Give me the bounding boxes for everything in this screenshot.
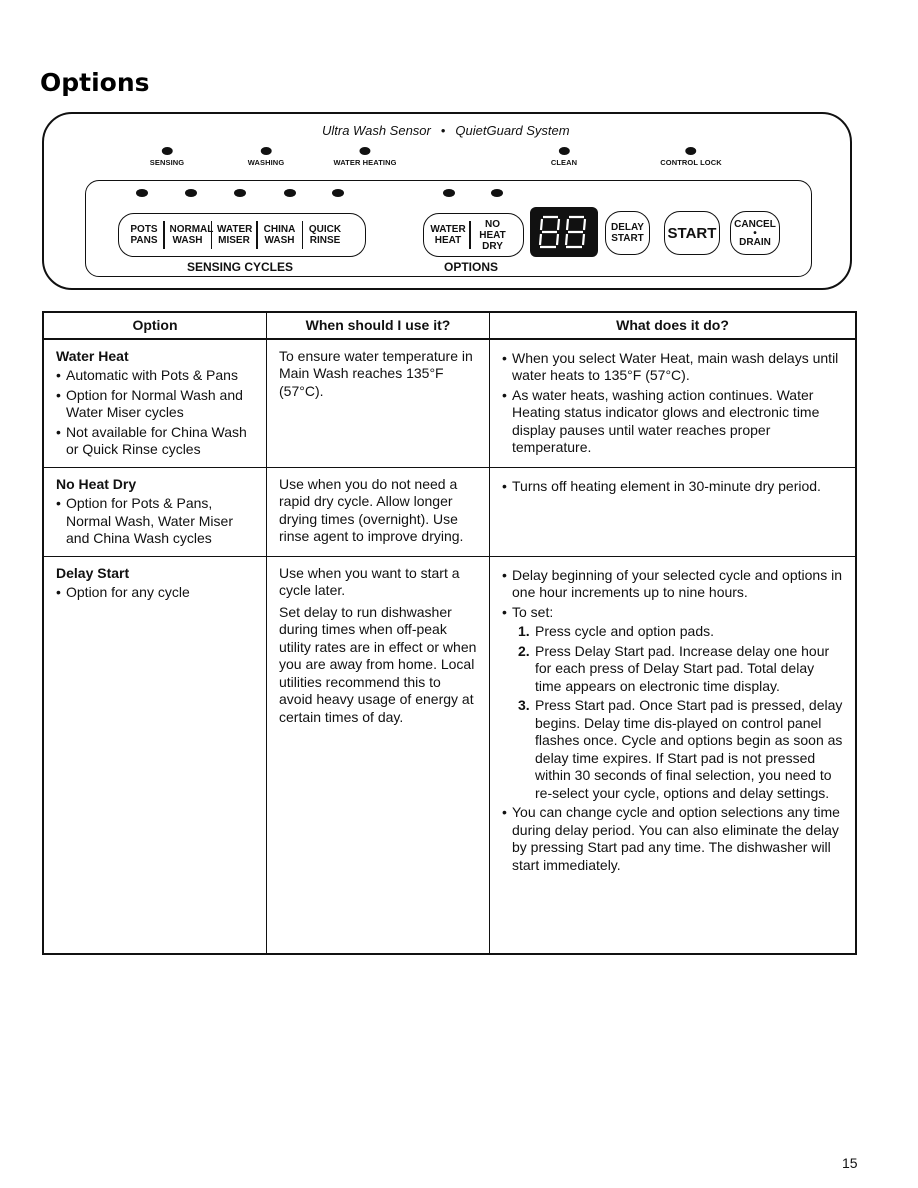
- normal-wash-pad[interactable]: NORMAL WASH: [165, 224, 214, 246]
- step-item: 2. Press Delay Start pad. Increase delay …: [518, 643, 843, 696]
- what-bullets: Turns off heating element in 30-minute d…: [502, 478, 843, 496]
- start-label: START: [667, 224, 717, 242]
- china-wash-pad[interactable]: CHINA WASH: [258, 224, 302, 246]
- column-header-when: When should I use it?: [266, 311, 490, 339]
- what-cell: When you select Water Heat, main wash de…: [489, 338, 857, 468]
- table-row-no-heat-dry: No Heat Dry Option for Pots & Pans, Norm…: [42, 466, 857, 557]
- step-number: 2.: [518, 642, 530, 659]
- page-title: Options: [40, 68, 150, 97]
- bullet-item: To set:: [502, 604, 843, 622]
- start-button[interactable]: START: [664, 211, 720, 255]
- bullet-item: You can change cycle and option selectio…: [502, 804, 843, 874]
- option-name: No Heat Dry: [56, 475, 137, 492]
- setup-steps: 1. Press cycle and option pads. 2. Press D…: [502, 623, 843, 802]
- option-cell: Delay Start Option for any cycle: [42, 555, 267, 955]
- sensing-cycles-pad-group: POTS PANS NORMAL WASH WATER MISER CHINA …: [118, 213, 366, 257]
- bullet-item: Option for any cycle: [56, 584, 254, 602]
- when-text: To ensure water temperature in Main Wash…: [279, 347, 473, 399]
- pots-pans-pad[interactable]: POTS PANS: [125, 224, 163, 246]
- option-bullets: Option for any cycle: [56, 584, 254, 602]
- options-pad-group: WATER HEAT NO HEAT DRY: [423, 213, 524, 257]
- bullet-item: Delay beginning of your selected cycle a…: [502, 567, 843, 602]
- brand-separator: •: [440, 123, 446, 138]
- digits-88-icon: [538, 215, 587, 249]
- status-led-icon: [558, 147, 570, 155]
- brand-line: Ultra Wash Sensor • QuietGuard System: [322, 123, 570, 138]
- status-label: WATER HEATING: [333, 158, 397, 167]
- step-item: 1. Press cycle and option pads.: [518, 623, 843, 641]
- bullet-item: When you select Water Heat, main wash de…: [502, 350, 843, 385]
- cancel-drain-label: CANCEL • DRAIN: [734, 218, 776, 248]
- option-name: Delay Start: [56, 564, 130, 581]
- sensing-cycles-label: SENSING CYCLES: [187, 260, 294, 274]
- when-text: Use when you want to start a cycle later…: [279, 564, 460, 599]
- status-indicator-water-heating: WATER HEATING: [333, 147, 396, 167]
- when-cell: Use when you want to start a cycle later…: [266, 555, 490, 955]
- step-text: Press Delay Start pad. Increase delay on…: [535, 642, 830, 694]
- option-led-icon: [491, 189, 503, 197]
- what-bullets: You can change cycle and option selectio…: [502, 804, 843, 874]
- cycle-led-icon: [136, 189, 148, 197]
- what-cell: Turns off heating element in 30-minute d…: [489, 466, 857, 557]
- column-header-what: What does it do?: [489, 311, 857, 339]
- bullet-item: Automatic with Pots & Pans: [56, 367, 254, 385]
- what-cell: Delay beginning of your selected cycle a…: [489, 555, 857, 955]
- option-cell: No Heat Dry Option for Pots & Pans, Norm…: [42, 466, 267, 557]
- bullet-item: Option for Pots & Pans, Normal Wash, Wat…: [56, 495, 254, 548]
- option-name: Water Heat: [56, 347, 129, 364]
- what-bullets: Delay beginning of your selected cycle a…: [502, 567, 843, 622]
- status-indicator-sensing: SENSING: [150, 147, 184, 167]
- water-heat-pad[interactable]: WATER HEAT: [427, 224, 469, 246]
- options-label: OPTIONS: [444, 260, 499, 274]
- status-indicator-control-lock: CONTROL LOCK: [660, 147, 722, 167]
- when-text: Use when you do not need a rapid dry cyc…: [279, 475, 464, 545]
- delay-start-label: DELAY START: [611, 222, 644, 244]
- cycle-led-icon: [234, 189, 246, 197]
- table-row-water-heat: Water Heat Automatic with Pots & Pans Op…: [42, 338, 857, 468]
- quick-rinse-pad[interactable]: QUICK RINSE: [303, 224, 347, 246]
- bullet-item: Turns off heating element in 30-minute d…: [502, 478, 843, 496]
- when-cell: Use when you do not need a rapid dry cyc…: [266, 466, 490, 557]
- status-led-icon: [359, 147, 371, 155]
- seven-segment-display-icon: [530, 207, 598, 257]
- status-led-icon: [260, 147, 272, 155]
- step-text: Press Start pad. Once Start pad is press…: [535, 697, 843, 801]
- what-bullets: When you select Water Heat, main wash de…: [502, 350, 843, 457]
- when-cell: To ensure water temperature in Main Wash…: [266, 338, 490, 468]
- bullet-item: Option for Normal Wash and Water Miser c…: [56, 387, 254, 422]
- table-row-delay-start: Delay Start Option for any cycle Use whe…: [42, 555, 857, 955]
- status-label: CLEAN: [550, 158, 578, 167]
- status-label: CONTROL LOCK: [660, 158, 722, 167]
- status-led-icon: [685, 147, 697, 155]
- cycle-led-icon: [185, 189, 197, 197]
- option-cell: Water Heat Automatic with Pots & Pans Op…: [42, 338, 267, 468]
- step-item: 3. Press Start pad. Once Start pad is pre…: [518, 697, 843, 802]
- options-table: Option When should I use it? What does i…: [42, 311, 857, 955]
- brand-quietguard-system: QuietGuard System: [455, 123, 570, 138]
- cancel-drain-button[interactable]: CANCEL • DRAIN: [730, 211, 780, 255]
- option-bullets: Option for Pots & Pans, Normal Wash, Wat…: [56, 495, 254, 548]
- cycle-led-icon: [284, 189, 296, 197]
- cycle-led-icon: [332, 189, 344, 197]
- delay-start-button[interactable]: DELAY START: [605, 211, 650, 255]
- status-indicator-clean: CLEAN: [551, 147, 577, 167]
- status-indicator-washing: WASHING: [248, 147, 285, 167]
- bullet-item: Not available for China Wash or Quick Ri…: [56, 424, 254, 459]
- step-number: 1.: [518, 623, 530, 639]
- status-label: SENSING: [149, 158, 185, 167]
- table-header-row: Option When should I use it? What does i…: [42, 311, 857, 339]
- option-led-icon: [443, 189, 455, 197]
- bullet-item: As water heats, washing action continues…: [502, 387, 843, 457]
- when-text: Set delay to run dishwasher during times…: [279, 603, 477, 725]
- column-header-option: Option: [42, 311, 267, 339]
- step-number: 3.: [518, 697, 530, 713]
- page-number: 15: [842, 1155, 858, 1171]
- step-text: Press cycle and option pads.: [535, 623, 714, 639]
- brand-ultra-wash-sensor: Ultra Wash Sensor: [322, 123, 431, 138]
- water-miser-pad[interactable]: WATER MISER: [212, 224, 256, 246]
- option-bullets: Automatic with Pots & Pans Option for No…: [56, 367, 254, 459]
- no-heat-dry-pad[interactable]: NO HEAT DRY: [471, 219, 515, 252]
- status-label: WASHING: [247, 158, 285, 167]
- status-led-icon: [161, 147, 173, 155]
